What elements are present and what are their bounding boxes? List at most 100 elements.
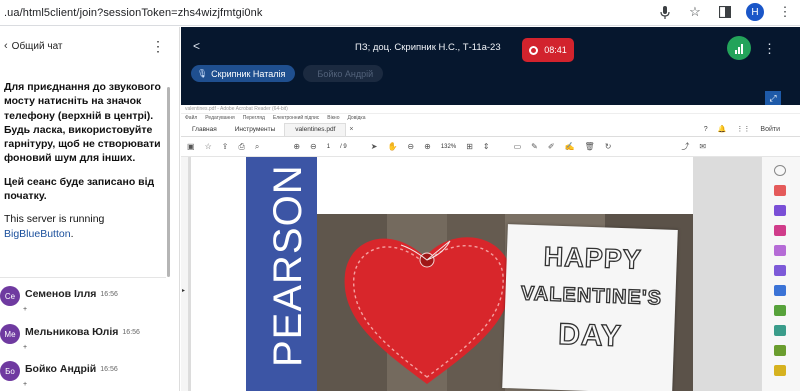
zoom-tool-icon[interactable]: [774, 165, 786, 176]
browser-address-bar[interactable]: .ua/html5client/join?sessionToken=zhs4wi…: [0, 0, 800, 26]
side-panel-icon[interactable]: [716, 3, 734, 21]
menu-item[interactable]: Редагування: [205, 114, 234, 123]
zoom-level[interactable]: 132%: [441, 144, 456, 150]
welcome-message: Для приєднання до звукового мосту натисн…: [4, 80, 166, 241]
document-viewport[interactable]: ▸ PEARSON HAPPY VALENTINE'S DAY: [181, 157, 761, 391]
acrobat-window-title: valentines.pdf - Adobe Acrobat Reader (6…: [181, 105, 800, 114]
draw-icon[interactable]: ✐: [548, 142, 555, 151]
fill-sign-icon[interactable]: ✍: [565, 142, 575, 151]
user-list-toggle-icon[interactable]: <: [193, 39, 200, 53]
recording-time: 08:41: [544, 45, 567, 55]
star-icon[interactable]: ☆: [205, 142, 212, 151]
cursor-icon[interactable]: ➤: [371, 142, 378, 151]
stamp-icon[interactable]: [774, 365, 786, 376]
talker-pill-active[interactable]: 🎙 Скрипник Наталія: [191, 65, 296, 82]
protect-icon[interactable]: [774, 325, 786, 336]
message-time: 16:56: [100, 366, 118, 373]
acrobat-menu-bar: Файл Редагування Перегляд Електронний пі…: [181, 114, 800, 123]
chat-options-icon[interactable]: ⋮: [151, 38, 165, 55]
message-text: +: [23, 381, 28, 388]
talker-pill-idle[interactable]: Бойко Андрій: [303, 65, 384, 82]
server-info-text: This server is running: [4, 213, 105, 226]
upload-icon[interactable]: ⇪: [222, 142, 229, 151]
expand-arrow-icon[interactable]: ▸: [182, 287, 185, 294]
zoom-out-icon[interactable]: ⊖: [407, 142, 414, 151]
navigation-pane-toggle[interactable]: ▸: [181, 157, 189, 391]
heart-shape: [344, 237, 512, 384]
delete-icon[interactable]: 🗑: [585, 142, 595, 151]
export-pdf-icon[interactable]: [774, 185, 786, 196]
menu-item[interactable]: Довідка: [347, 114, 365, 123]
menu-item[interactable]: Файл: [185, 114, 197, 123]
chat-scrollbar[interactable]: [167, 87, 170, 277]
scroll-icon[interactable]: ⇕: [483, 142, 490, 151]
page-down-icon[interactable]: ⊖: [310, 142, 317, 151]
create-pdf-icon[interactable]: [774, 225, 786, 236]
search-icon[interactable]: ⌕: [255, 142, 259, 152]
browser-actions: ☆ H ⋮: [656, 3, 794, 21]
tab-tools[interactable]: Инструменты: [226, 126, 285, 136]
acrobat-toolbar: ▣ ☆ ⇪ ⎙ ⌕ ⊕ ⊖ 1 / 9 ➤ ✋ ⊖ ⊕ 132% ⊞ ⇕ ▭ ✎…: [181, 137, 800, 157]
apps-icon[interactable]: ⋮⋮: [736, 125, 750, 133]
browser-menu-icon[interactable]: ⋮: [776, 3, 794, 21]
comment-tool-icon[interactable]: [774, 245, 786, 256]
valentine-card: HAPPY VALENTINE'S DAY: [502, 224, 678, 391]
edit-pdf-icon[interactable]: [774, 205, 786, 216]
sender-name: Семенов Ілля: [25, 288, 97, 300]
compress-icon[interactable]: [774, 345, 786, 356]
microphone-icon: 🎙: [197, 69, 208, 78]
chevron-left-icon[interactable]: ‹: [4, 40, 8, 52]
options-menu-icon[interactable]: ⋮: [763, 41, 776, 57]
connection-status-icon[interactable]: [727, 36, 751, 60]
comment-icon[interactable]: ▭: [514, 142, 522, 151]
card-line-1: HAPPY: [543, 241, 643, 276]
highlight-icon[interactable]: ✎: [531, 142, 538, 151]
fit-icon[interactable]: ⊞: [466, 142, 473, 151]
message-time: 16:56: [122, 329, 140, 336]
save-icon[interactable]: ▣: [187, 142, 195, 151]
fill-sign-tool-icon[interactable]: [774, 265, 786, 276]
chat-divider: [0, 277, 166, 278]
tab-document[interactable]: valentines.pdf: [284, 123, 347, 136]
chat-title: Общий чат: [11, 40, 63, 52]
user-avatar: Се: [0, 286, 20, 306]
hand-icon[interactable]: ✋: [387, 142, 397, 151]
share-icon[interactable]: ⤴: [681, 141, 689, 152]
organize-icon[interactable]: [774, 285, 786, 296]
message-text: +: [23, 344, 28, 351]
menu-item[interactable]: Електронний підпис: [273, 114, 319, 123]
bookmark-star-icon[interactable]: ☆: [686, 3, 704, 21]
zoom-in-icon[interactable]: ⊕: [424, 142, 431, 151]
server-info: This server is running BigBlueButton.: [4, 212, 166, 241]
public-chat-panel: ‹ Общий чат ⋮ Для приєднання до звуковог…: [0, 27, 180, 391]
profile-avatar[interactable]: H: [746, 3, 764, 21]
chat-message: Се Семенов Ілля 16:56 +: [0, 286, 118, 313]
fullscreen-icon[interactable]: ⤢: [765, 91, 781, 105]
bell-icon[interactable]: 🔔: [718, 125, 727, 133]
sender-name: Бойко Андрій: [25, 363, 97, 375]
menu-item[interactable]: Вікно: [327, 114, 339, 123]
recording-indicator[interactable]: 08:41: [522, 38, 574, 62]
bigbluebutton-link[interactable]: BigBlueButton: [4, 228, 71, 240]
page-up-icon[interactable]: ⊕: [293, 142, 300, 151]
talker-name: Бойко Андрій: [317, 68, 374, 79]
scan-icon[interactable]: [774, 305, 786, 316]
publisher-band: PEARSON: [246, 157, 317, 391]
print-icon[interactable]: ⎙: [238, 142, 244, 152]
close-tab-icon[interactable]: ×: [349, 126, 353, 136]
chat-message: Бо Бойко Андрій 16:56 +: [0, 361, 118, 388]
menu-item[interactable]: Перегляд: [243, 114, 265, 123]
microphone-icon[interactable]: [656, 3, 674, 21]
page-number[interactable]: 1: [327, 144, 330, 150]
signin-button[interactable]: Войти: [760, 126, 780, 133]
user-avatar: Бо: [0, 361, 20, 381]
screen: .ua/html5client/join?sessionToken=zhs4wi…: [0, 0, 800, 391]
recording-notice: Цей сеанс буде записано від початку.: [4, 175, 155, 203]
help-icon[interactable]: ?: [704, 126, 708, 133]
url-text[interactable]: .ua/html5client/join?sessionToken=zhs4wi…: [4, 7, 262, 19]
rotate-icon[interactable]: ↻: [605, 142, 612, 151]
mail-icon[interactable]: ✉: [699, 142, 706, 151]
meeting-title: ПЗ; доц. Скрипник Н.С., Т-11а-23: [355, 42, 501, 53]
tab-home[interactable]: Главная: [183, 126, 226, 136]
valentine-photo: HAPPY VALENTINE'S DAY: [317, 214, 693, 391]
